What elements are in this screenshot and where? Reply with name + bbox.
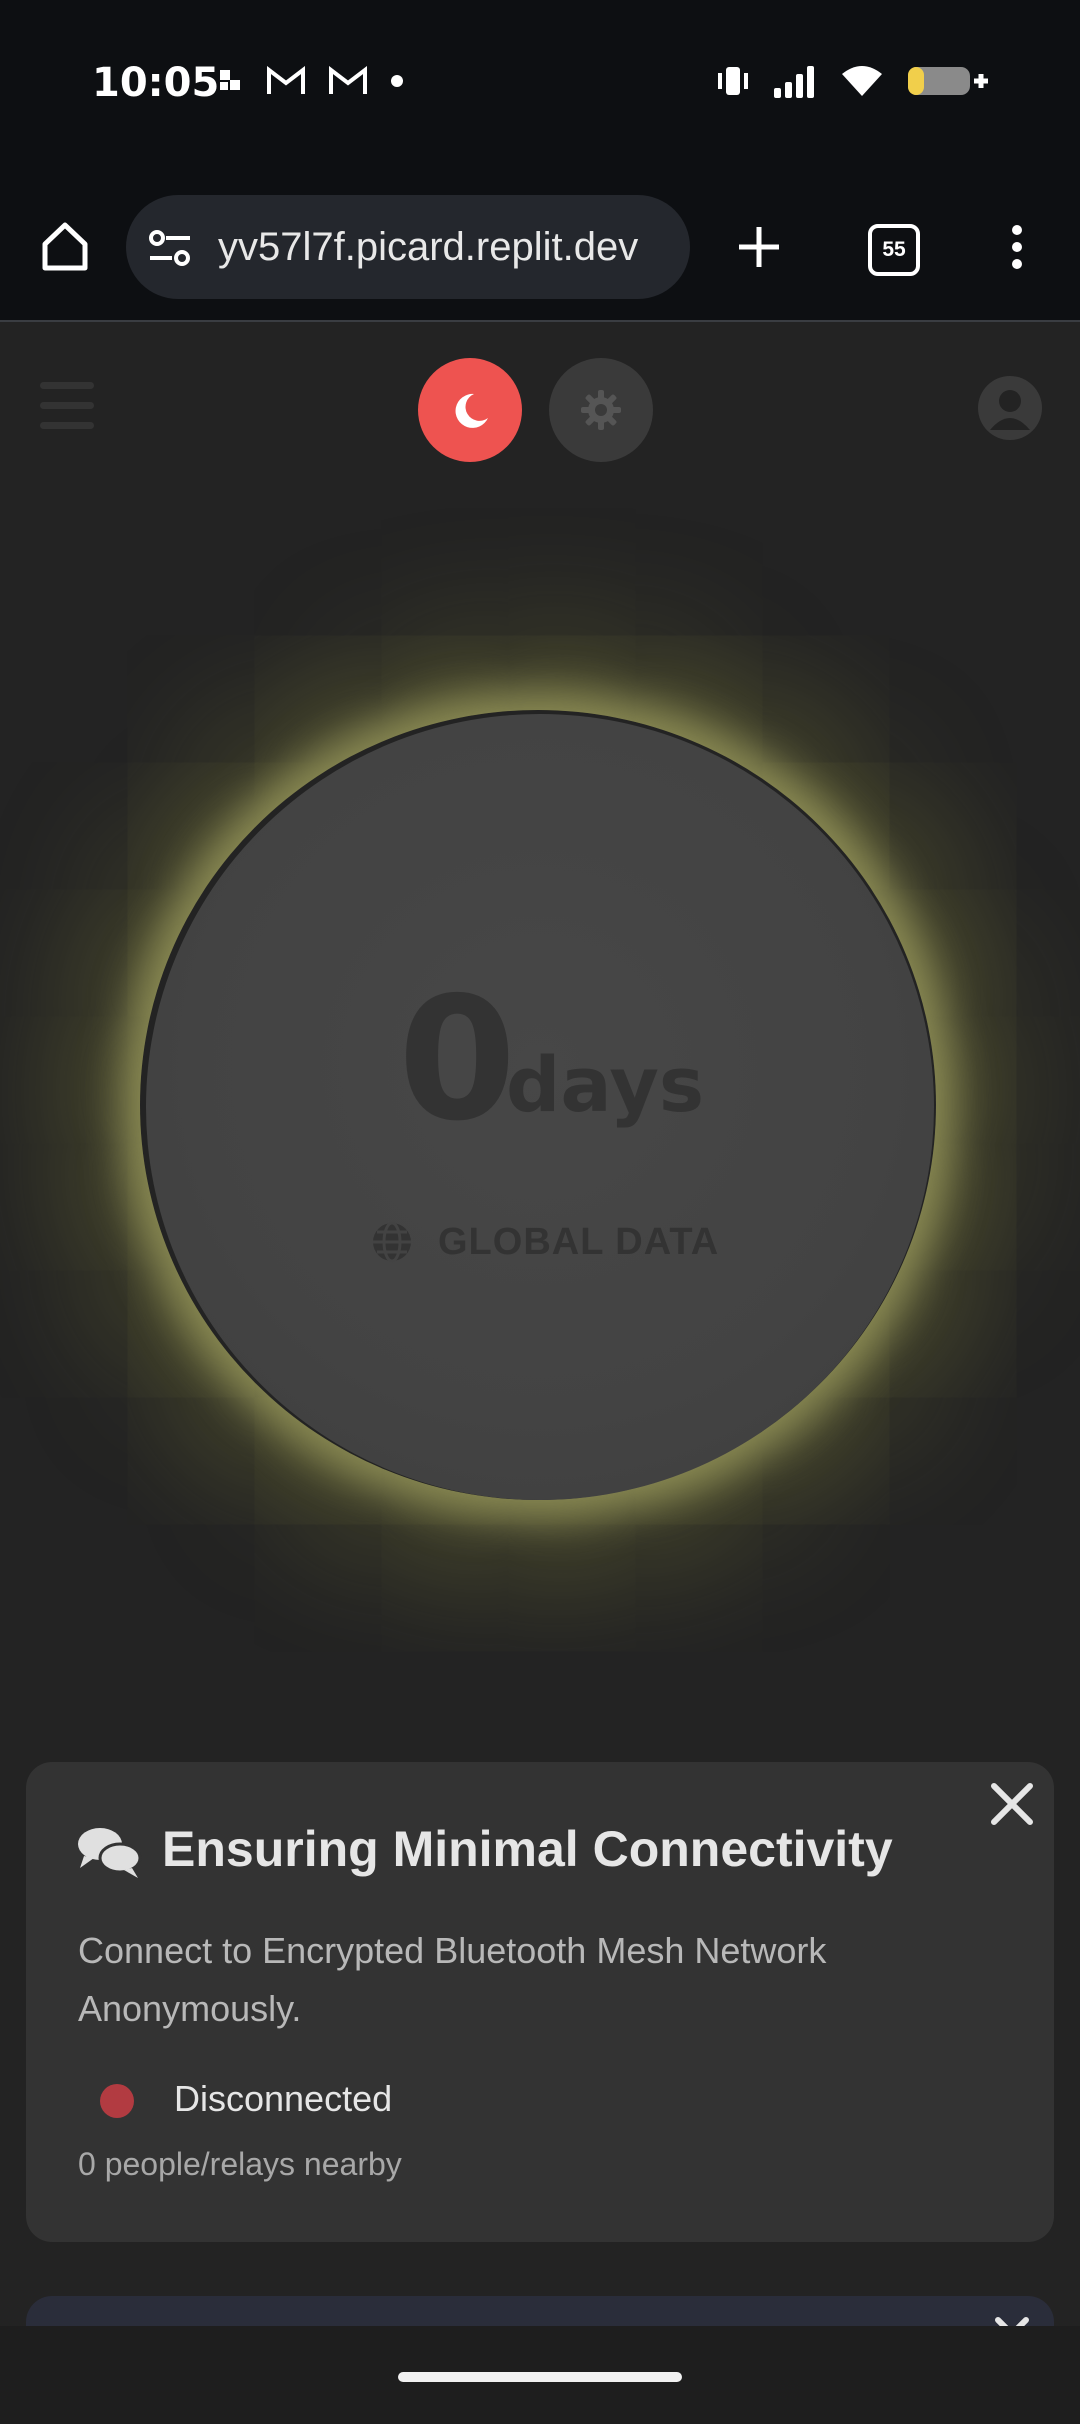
- nearby-count: 0 people/relays nearby: [78, 2146, 402, 2182]
- status-time: 10:05: [92, 60, 220, 106]
- status-bar: 10:05: [0, 0, 1080, 170]
- home-icon[interactable]: [40, 220, 90, 272]
- address-bar[interactable]: yv57l7f.picard.replit.dev: [126, 195, 690, 299]
- card-description: Connect to Encrypted Bluetooth Mesh Netw…: [78, 1930, 827, 2029]
- battery-icon: [908, 67, 988, 95]
- profile-avatar[interactable]: [978, 376, 1042, 440]
- system-icons: [716, 64, 990, 98]
- globe-icon: [373, 1221, 411, 1263]
- notification-icons: [218, 66, 404, 96]
- days-count: 0: [398, 961, 517, 1159]
- dot-icon: [391, 75, 403, 87]
- browser-toolbar: yv57l7f.picard.replit.dev 55: [0, 170, 1080, 322]
- connectivity-card: Ensuring Minimal Connectivity Connect to…: [26, 1762, 1054, 2242]
- days-unit: days: [506, 1040, 705, 1129]
- settings-button[interactable]: [549, 358, 653, 462]
- dark-mode-button[interactable]: [418, 358, 522, 462]
- tab-switcher-button[interactable]: 55: [868, 224, 920, 276]
- wifi-icon: [842, 66, 882, 96]
- menu-icon[interactable]: [40, 382, 94, 430]
- home-indicator[interactable]: [398, 2372, 682, 2382]
- new-tab-icon[interactable]: [736, 224, 782, 270]
- status-indicator: [100, 2084, 134, 2118]
- more-options-icon[interactable]: [1006, 224, 1028, 270]
- notification-icon: [220, 70, 240, 90]
- card-title: Ensuring Minimal Connectivity: [162, 1821, 893, 1877]
- chat-icon: [78, 1828, 142, 1878]
- close-icon[interactable]: [984, 1776, 1040, 1832]
- gmail-icon: [267, 66, 305, 94]
- signal-icon: [774, 66, 814, 98]
- global-data-text: GLOBAL DATA: [438, 1220, 720, 1263]
- url-text: yv57l7f.picard.replit.dev: [218, 225, 639, 269]
- site-settings-icon[interactable]: [148, 229, 192, 267]
- global-data-label: GLOBAL DATA: [370, 1220, 719, 1264]
- connection-status: Disconnected: [174, 2078, 393, 2119]
- vibrate-icon: [718, 67, 748, 95]
- gear-icon: [581, 390, 621, 430]
- user-icon: [990, 390, 1030, 430]
- moon-icon: [455, 393, 488, 428]
- gmail-icon: [329, 66, 367, 94]
